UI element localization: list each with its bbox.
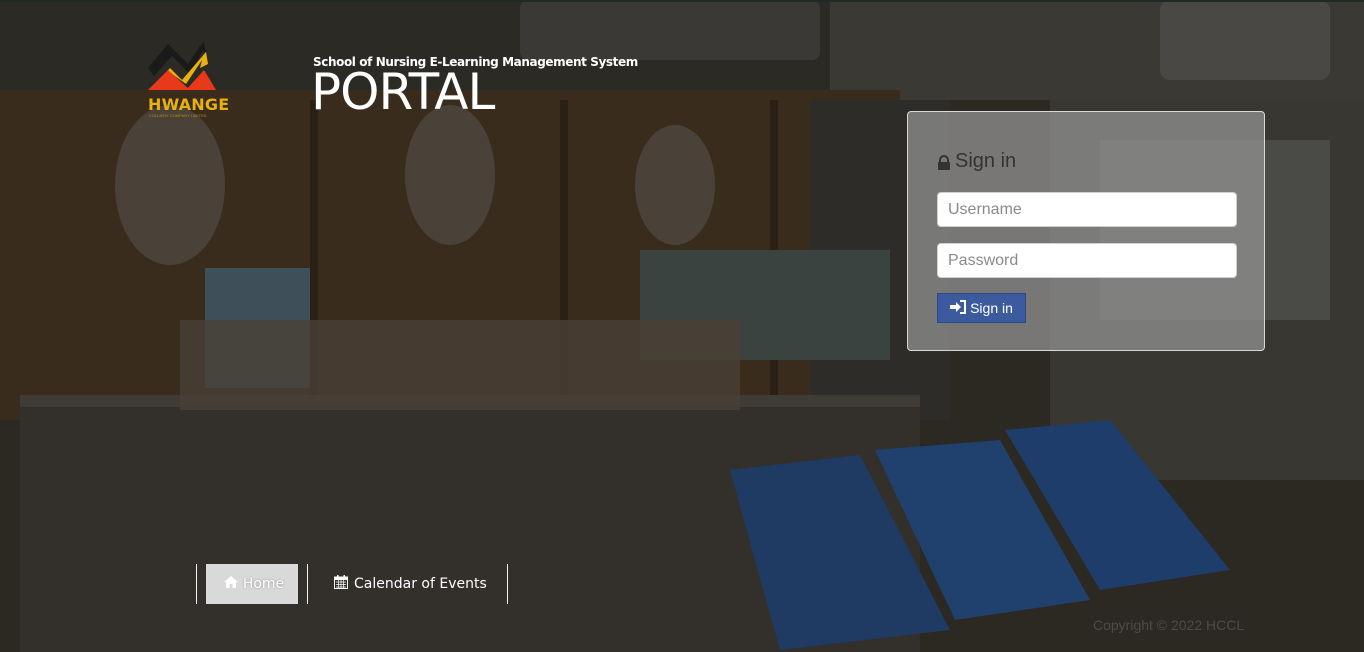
company-logo: HWANGE COLLIERY COMPANY LIMITED bbox=[146, 38, 230, 124]
logo-tagline: COLLIERY COMPANY LIMITED bbox=[149, 113, 207, 118]
login-heading-text: Sign in bbox=[955, 150, 1017, 172]
sign-in-icon bbox=[950, 299, 967, 317]
logo-mark-icon bbox=[148, 42, 216, 90]
username-input[interactable] bbox=[937, 192, 1237, 227]
logo-name: HWANGE bbox=[148, 95, 230, 114]
nav-calendar-label: Calendar of Events bbox=[354, 576, 487, 592]
nav-home[interactable]: Home bbox=[206, 564, 298, 604]
top-border bbox=[0, 0, 1364, 2]
nav-divider bbox=[507, 564, 508, 604]
site-title: PORTAL bbox=[311, 63, 495, 121]
calendar-icon bbox=[334, 575, 348, 593]
home-icon bbox=[223, 576, 238, 592]
nav-calendar-of-events[interactable]: Calendar of Events bbox=[334, 564, 487, 604]
login-panel: Sign in Sign in bbox=[907, 111, 1265, 351]
sign-in-button-label: Sign in bbox=[970, 300, 1013, 316]
copyright-text: Copyright © 2022 HCCL bbox=[1093, 617, 1245, 633]
nav-home-label: Home bbox=[242, 576, 285, 592]
password-input[interactable] bbox=[937, 243, 1237, 278]
nav-divider bbox=[196, 564, 197, 604]
login-heading: Sign in bbox=[937, 150, 1016, 173]
nav-divider bbox=[307, 564, 308, 604]
lock-icon bbox=[937, 154, 951, 170]
sign-in-button[interactable]: Sign in bbox=[937, 293, 1026, 323]
